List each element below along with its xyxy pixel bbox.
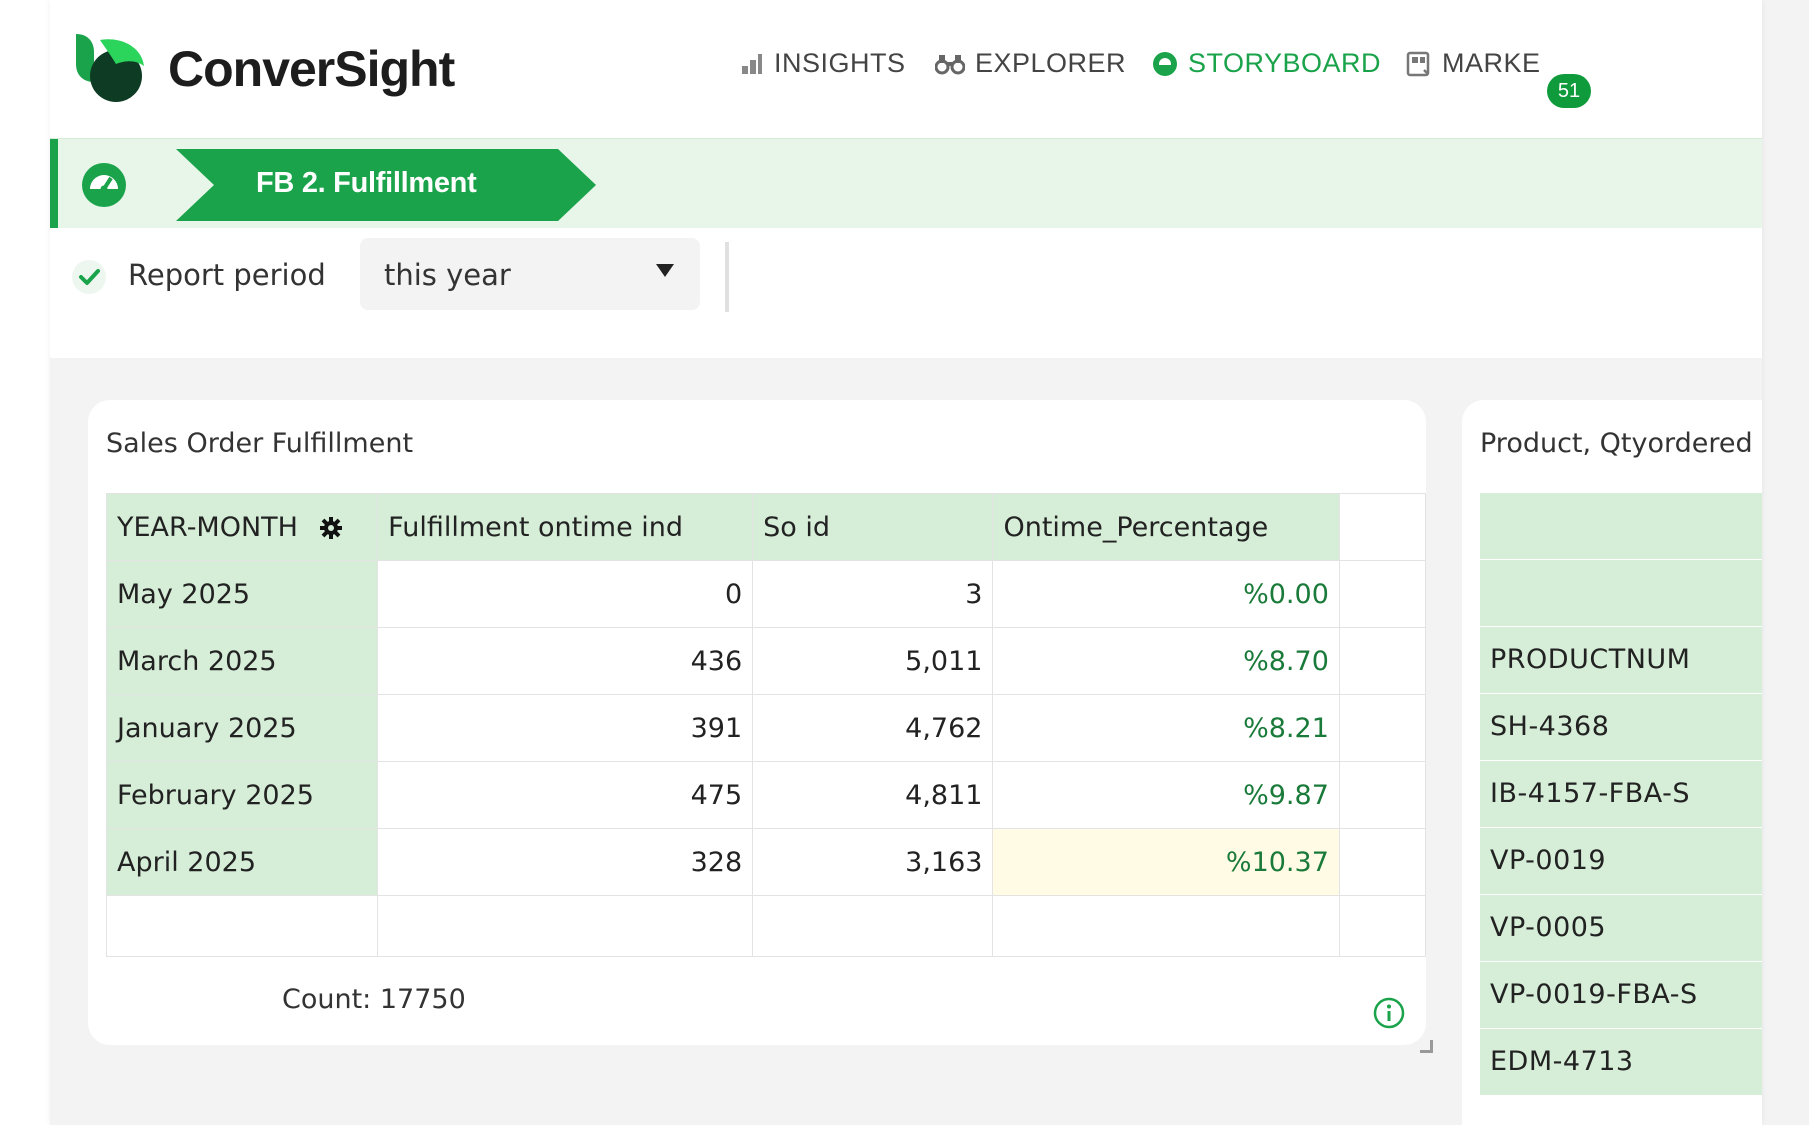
cell-spacer (1338, 694, 1427, 762)
list-item[interactable]: VP-0005 (1480, 895, 1762, 962)
table-row[interactable]: April 2025 328 3,163 %10.37 (105, 828, 1427, 896)
report-period-checkbox[interactable] (72, 260, 106, 294)
card-title: Sales Order Fulfillment (106, 428, 414, 459)
bar-chart-icon (742, 53, 762, 74)
storyboard-gauge-icon (1153, 51, 1177, 76)
list-item[interactable]: VP-0019 (1480, 828, 1762, 895)
cell-month[interactable]: January 2025 (105, 694, 379, 762)
list-item (1480, 560, 1762, 627)
cell-ontime[interactable]: 475 (377, 761, 754, 829)
filter-row: Report period this year (50, 228, 1762, 358)
cell-percentage[interactable]: %8.21 (992, 694, 1340, 762)
cell-so-id[interactable]: 5,011 (752, 627, 994, 695)
column-header-year-month[interactable]: YEAR-MONTH (105, 493, 379, 561)
app-window: ConverSight INSIGHTS EXPLORER STORYBOARD (50, 0, 1762, 1125)
brand-name[interactable]: ConverSight (168, 40, 455, 98)
empty-cell (752, 895, 994, 957)
nav-storyboard-label: STORYBOARD (1188, 48, 1382, 78)
table-empty-row (105, 895, 1427, 957)
empty-cell (105, 895, 379, 957)
cell-spacer (1338, 761, 1427, 829)
report-period-select[interactable]: this year (360, 238, 700, 310)
cell-ontime[interactable]: 328 (377, 828, 754, 896)
table-row[interactable]: March 2025 436 5,011 %8.70 (105, 627, 1427, 695)
table-row[interactable]: January 2025 391 4,762 %8.21 (105, 694, 1427, 762)
column-header-fulfillment-ontime[interactable]: Fulfillment ontime ind (377, 493, 754, 561)
cell-ontime[interactable]: 0 (377, 560, 754, 628)
list-item[interactable]: IB-4157-FBA-S (1480, 761, 1762, 828)
nav-insights[interactable]: INSIGHTS (740, 48, 906, 79)
gauge-icon[interactable] (80, 161, 128, 209)
cell-so-id[interactable]: 3,163 (752, 828, 994, 896)
nav-storyboard[interactable]: STORYBOARD (1152, 48, 1381, 79)
cell-spacer (1338, 560, 1427, 628)
nav-explorer-label: EXPLORER (975, 48, 1127, 78)
binoculars-icon (935, 54, 965, 74)
cell-spacer (1338, 627, 1427, 695)
product-list: PRODUCTNUM SH-4368 IB-4157-FBA-S VP-0019… (1480, 493, 1762, 1096)
conversight-logo-icon[interactable] (70, 30, 150, 104)
active-indicator (50, 139, 58, 229)
empty-cell (1338, 895, 1427, 957)
list-item[interactable]: VP-0019-FBA-S (1480, 962, 1762, 1029)
info-icon[interactable] (1372, 996, 1406, 1030)
report-period-value: this year (384, 258, 511, 292)
card-title: Product, Qtyordered (1480, 428, 1753, 459)
cell-percentage[interactable]: %0.00 (992, 560, 1340, 628)
cell-ontime[interactable]: 436 (377, 627, 754, 695)
cell-percentage-highlighted[interactable]: %10.37 (992, 828, 1340, 896)
top-header: ConverSight INSIGHTS EXPLORER STORYBOARD (50, 0, 1762, 138)
column-header-spacer (1338, 493, 1427, 561)
cell-month[interactable]: April 2025 (105, 828, 379, 896)
column-header-so-id[interactable]: So id (752, 493, 994, 561)
empty-cell (377, 895, 754, 957)
marketplace-icon (1406, 51, 1430, 76)
resize-handle[interactable] (1420, 1040, 1433, 1053)
storyboard-count-badge: 51 (1547, 74, 1591, 108)
table-row[interactable]: February 2025 475 4,811 %9.87 (105, 761, 1427, 829)
caret-down-icon (656, 264, 674, 277)
empty-cell (992, 895, 1340, 957)
page-margin (0, 0, 50, 1125)
sales-order-fulfillment-card: Sales Order Fulfillment YEAR-MONTH Fulfi… (88, 400, 1433, 1053)
fulfillment-table: YEAR-MONTH Fulfillment ontime ind So id (105, 493, 1427, 957)
gear-icon[interactable] (319, 516, 343, 540)
cell-percentage[interactable]: %8.70 (992, 627, 1340, 695)
cell-month[interactable]: March 2025 (105, 627, 379, 695)
column-header-label: YEAR-MONTH (117, 511, 298, 543)
table-header-row: YEAR-MONTH Fulfillment ontime ind So id (105, 493, 1427, 561)
list-item[interactable]: PRODUCTNUM (1480, 627, 1762, 694)
list-item (1480, 493, 1762, 560)
cell-so-id[interactable]: 4,811 (752, 761, 994, 829)
cell-month[interactable]: February 2025 (105, 761, 379, 829)
nav-insights-label: INSIGHTS (774, 48, 906, 78)
nav-marketplace-label: MARKE (1442, 48, 1541, 78)
cell-so-id[interactable]: 4,762 (752, 694, 994, 762)
storyboard-bar: FB 2. Fulfillment (50, 138, 1762, 230)
cell-spacer (1338, 828, 1427, 896)
cell-ontime[interactable]: 391 (377, 694, 754, 762)
nav-explorer[interactable]: EXPLORER (935, 48, 1126, 79)
storyboard-title[interactable]: FB 2. Fulfillment (256, 167, 477, 200)
dashboard-content: Sales Order Fulfillment YEAR-MONTH Fulfi… (50, 358, 1762, 1125)
product-qtyordered-card: Product, Qtyordered PRODUCTNUM SH-4368 I… (1462, 400, 1762, 1125)
nav-marketplace[interactable]: MARKE (1406, 48, 1541, 79)
cell-month[interactable]: May 2025 (105, 560, 379, 628)
list-item[interactable]: SH-4368 (1480, 694, 1762, 761)
cell-percentage[interactable]: %9.87 (992, 761, 1340, 829)
checkmark-icon (79, 269, 100, 285)
row-count: Count: 17750 (282, 984, 466, 1015)
list-item[interactable]: EDM-4713 (1480, 1029, 1762, 1096)
column-header-ontime-percentage[interactable]: Ontime_Percentage (992, 493, 1340, 561)
report-period-label: Report period (128, 258, 326, 292)
table-row[interactable]: May 2025 0 3 %0.00 (105, 560, 1427, 628)
filter-divider (725, 242, 729, 312)
cell-so-id[interactable]: 3 (752, 560, 994, 628)
